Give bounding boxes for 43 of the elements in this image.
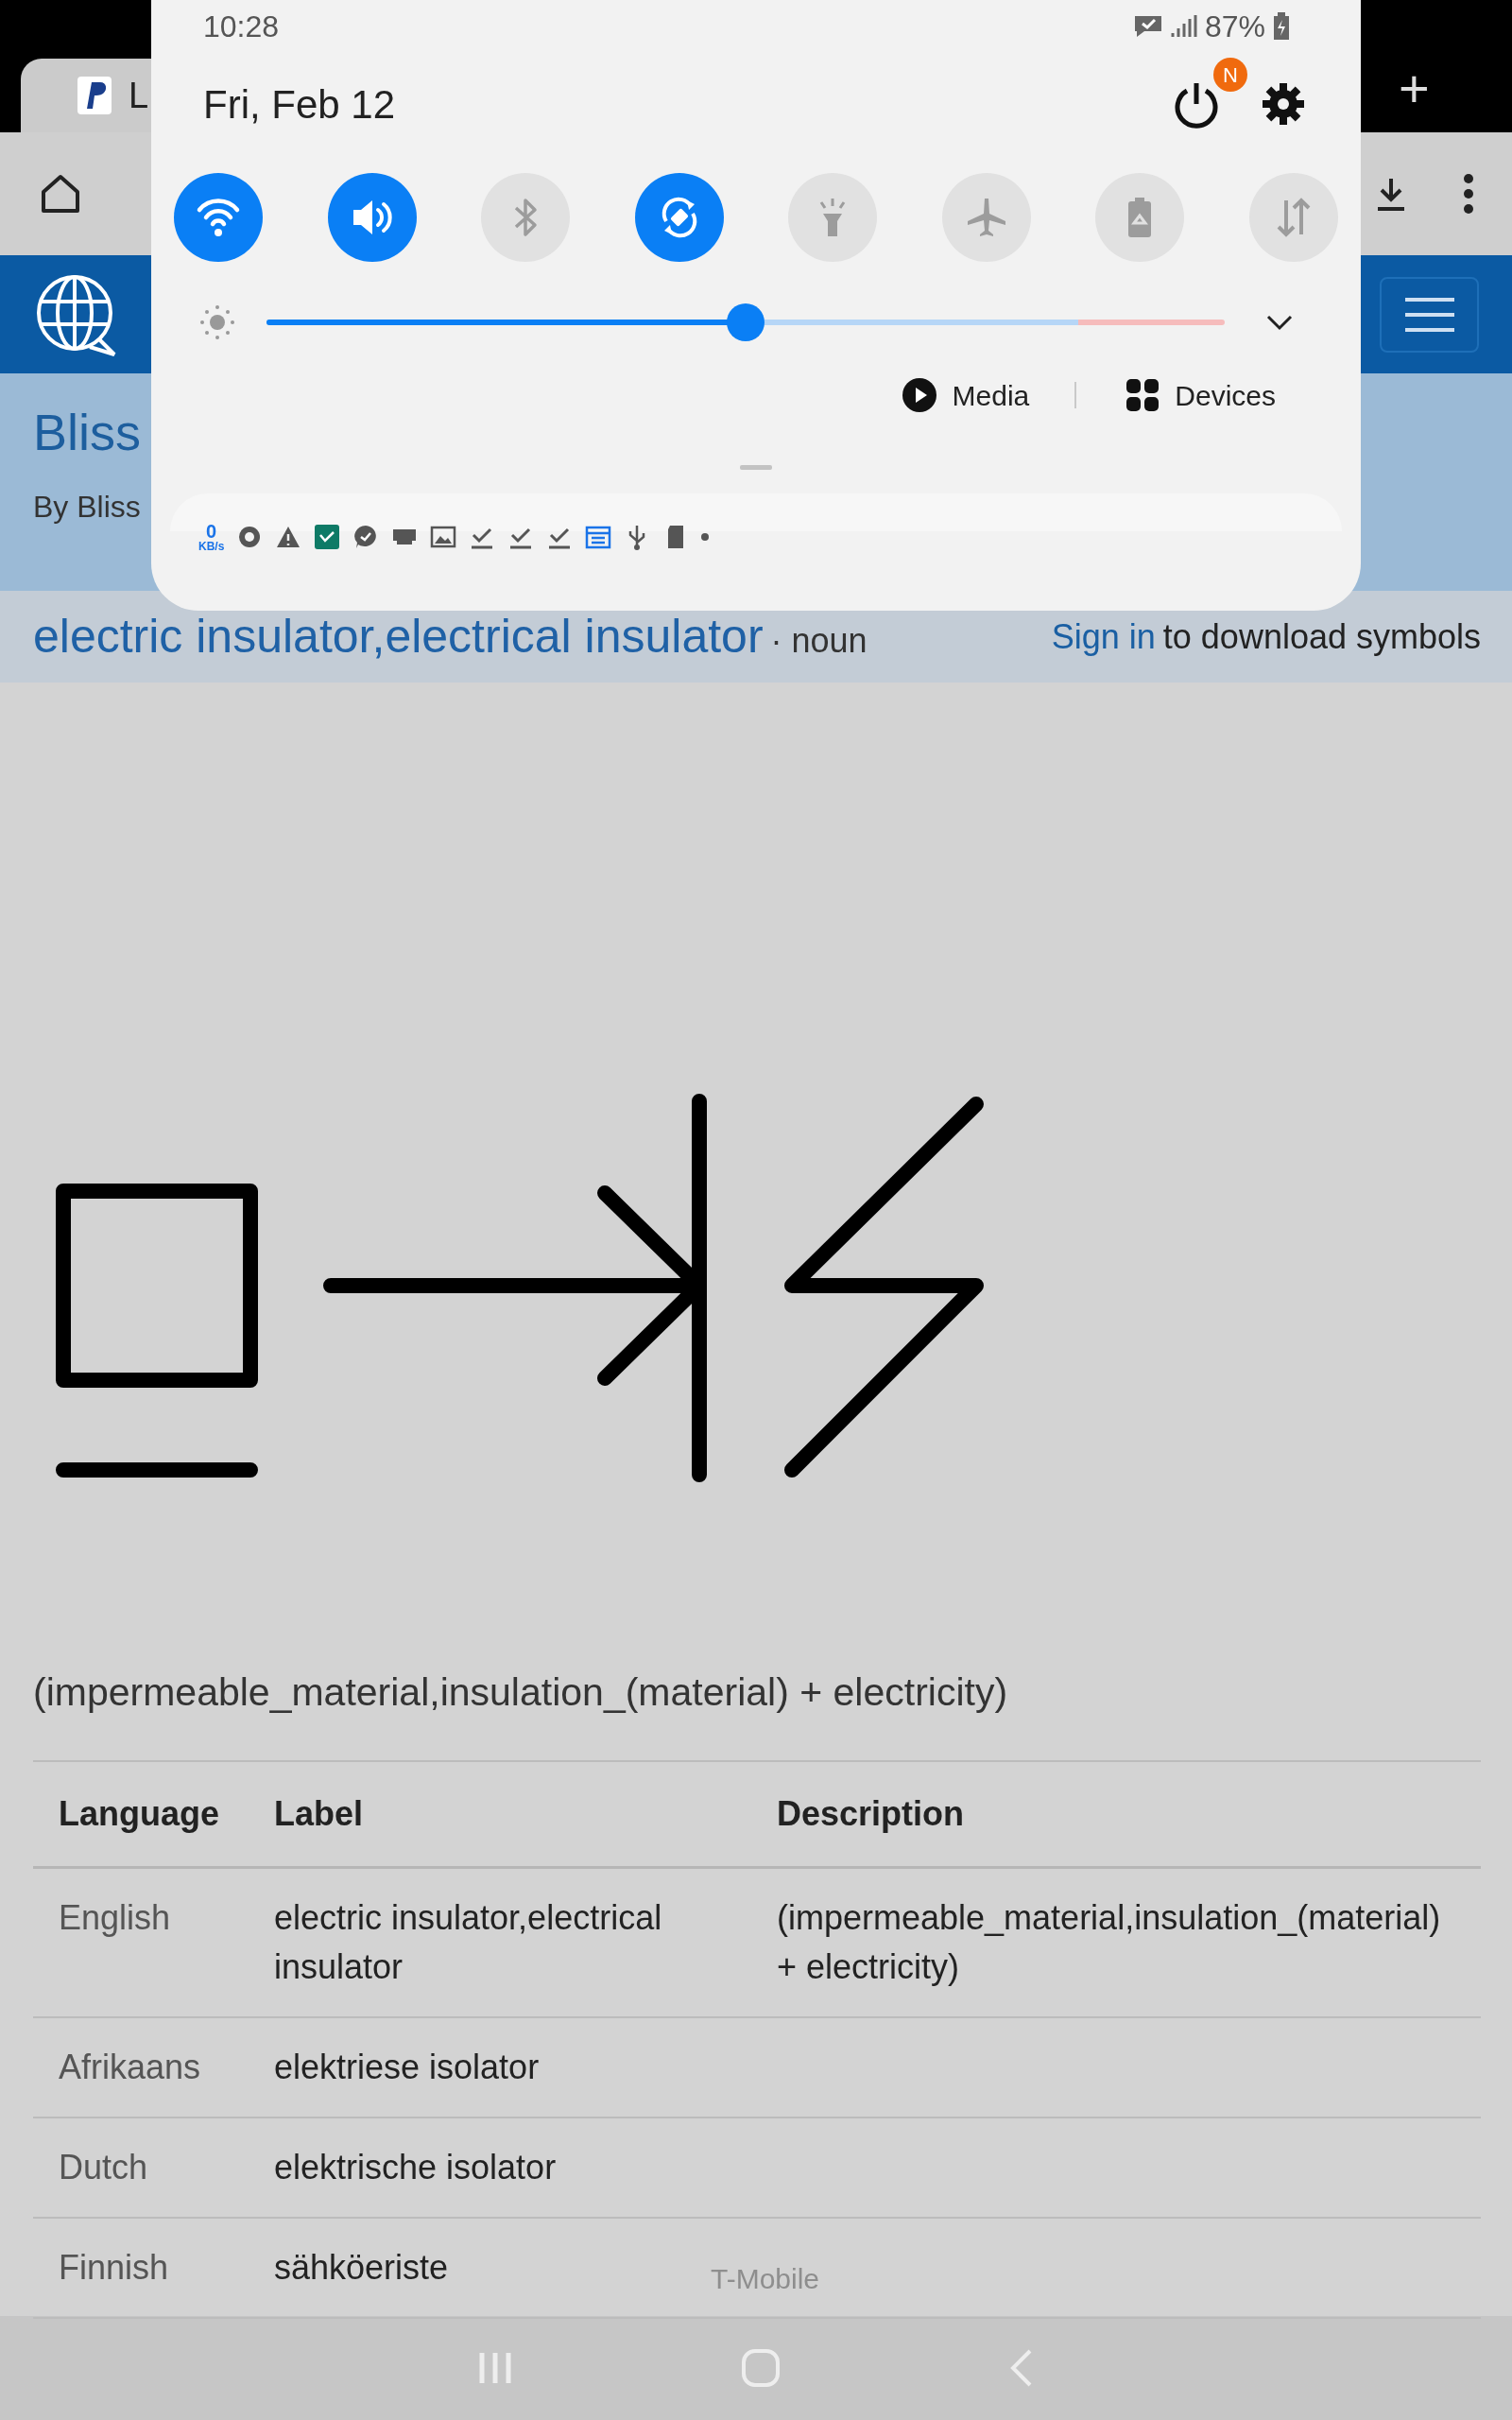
message-icon [1132, 13, 1163, 39]
symbol-description: (impermeable_material,insulation_(material) + electricity) [33, 1669, 1009, 1716]
calendar-icon [585, 524, 612, 550]
table-cell: (impermeable_material,insulation_(material) + electricity) [751, 1867, 1481, 2017]
table-cell: elektriese isolator [249, 2016, 751, 2118]
menu-button[interactable] [1380, 276, 1479, 353]
sign-in-link[interactable]: Sign in [1051, 619, 1156, 654]
clock-time: 10:28 [203, 8, 280, 45]
chevron-down-icon[interactable] [1264, 313, 1295, 332]
site-title: Bliss [33, 403, 142, 462]
table-cell: Dutch [33, 2118, 249, 2219]
carrier-label: T-Mobile [711, 2262, 820, 2296]
part-of-speech: · noun [770, 623, 868, 660]
new-tab-button[interactable]: + [1399, 62, 1430, 115]
image-icon [430, 524, 457, 550]
table-cell: electric insulator,electrical insulator [249, 1867, 751, 2017]
dot-icon [701, 533, 710, 541]
tab-title[interactable]: L [129, 68, 149, 123]
signal-icon [1170, 13, 1197, 39]
media-button[interactable]: Media [901, 373, 1030, 417]
menu-icon [1402, 295, 1456, 334]
play-icon [901, 377, 937, 413]
drag-handle[interactable] [740, 465, 772, 470]
word-title: electric insulator,electrical insulator [33, 612, 764, 662]
devices-icon [1125, 378, 1160, 412]
column-header: Description [751, 1760, 1481, 1867]
speed-unit: KB/s [198, 541, 225, 552]
date: Fri, Feb 12 [203, 80, 396, 129]
brightness-icon [198, 303, 236, 341]
more-icon[interactable] [1463, 173, 1474, 215]
notification-badge: N [1213, 58, 1247, 92]
column-header: Language [33, 1760, 249, 1867]
battery-icon [1273, 11, 1290, 41]
table-cell: English [33, 1867, 249, 2017]
table-cell: Afrikaans [33, 2016, 249, 2118]
settings-icon [1261, 81, 1306, 127]
speed-value: 0 [206, 522, 217, 541]
column-header: Label [249, 1760, 751, 1867]
table-cell: elektrische isolator [249, 2118, 751, 2219]
devices-button[interactable]: Devices [1125, 373, 1276, 417]
battery-percent: 87% [1204, 8, 1265, 45]
sign-in-text: to download symbols [1162, 618, 1481, 655]
byline: By Bliss [33, 488, 142, 526]
